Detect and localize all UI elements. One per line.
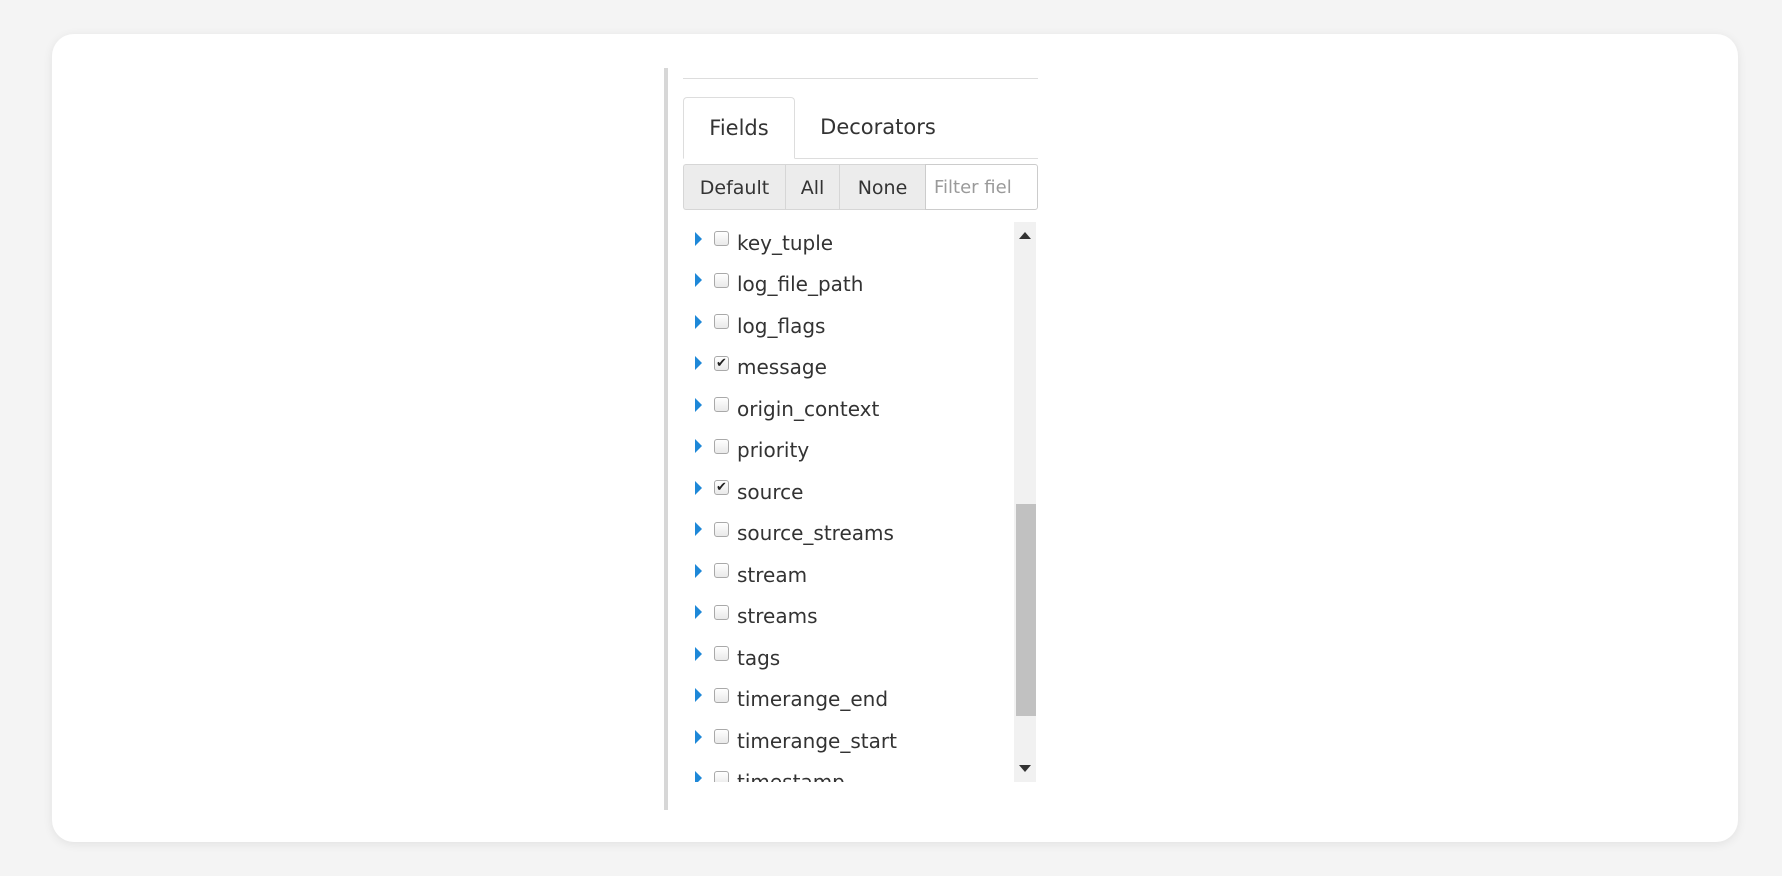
field-list-item: timerange_end — [683, 679, 1003, 721]
field-checkbox[interactable] — [714, 604, 729, 620]
field-list-item: key_tuple — [683, 222, 1003, 264]
field-checkbox[interactable] — [714, 438, 729, 454]
field-checkbox[interactable] — [714, 231, 729, 247]
panel-left-border — [664, 68, 668, 810]
all-button[interactable]: All — [785, 164, 839, 210]
field-name-label: tags — [737, 645, 781, 670]
caret-right-icon[interactable] — [695, 646, 702, 661]
field-list-item: ✔ message — [683, 347, 1003, 389]
caret-right-icon[interactable] — [695, 522, 702, 537]
field-list-item: log_flags — [683, 305, 1003, 347]
caret-right-icon[interactable] — [695, 314, 702, 329]
caret-right-icon[interactable] — [695, 605, 702, 620]
field-checkbox[interactable] — [714, 687, 729, 703]
field-selection-toolbar: Default All None — [683, 164, 1038, 210]
field-list-scrollbar[interactable] — [1014, 222, 1036, 782]
default-button[interactable]: Default — [683, 164, 785, 210]
fields-panel: Fields Decorators Default All None key_t… — [664, 68, 1038, 810]
field-checkbox[interactable] — [714, 770, 729, 782]
field-name-label: message — [737, 355, 827, 380]
field-checkbox[interactable] — [714, 397, 729, 413]
field-name-label: log_file_path — [737, 272, 864, 297]
field-list-item: streams — [683, 596, 1003, 638]
tab-decorators[interactable]: Decorators — [803, 97, 953, 157]
caret-right-icon[interactable] — [695, 397, 702, 412]
none-button[interactable]: None — [839, 164, 925, 210]
field-checkbox[interactable] — [714, 314, 729, 330]
arrow-up-icon[interactable] — [1019, 232, 1031, 239]
caret-right-icon[interactable] — [695, 480, 702, 495]
caret-right-icon[interactable] — [695, 273, 702, 288]
field-checkbox[interactable] — [714, 729, 729, 745]
field-list-item: source_streams — [683, 513, 1003, 555]
arrow-down-icon[interactable] — [1019, 765, 1031, 772]
field-list-viewport: key_tuple log_file_path log_flags ✔ message o… — [683, 222, 1038, 782]
field-list-item: ✔ source — [683, 471, 1003, 513]
field-name-label: key_tuple — [737, 230, 834, 255]
caret-right-icon[interactable] — [695, 439, 702, 454]
field-name-label: streams — [737, 604, 818, 629]
filter-fields-input[interactable] — [925, 164, 1038, 210]
field-name-label: timestamp — [737, 770, 845, 782]
checkmark-icon: ✔ — [716, 480, 727, 496]
field-tabs: Fields Decorators — [683, 97, 1038, 159]
caret-right-icon[interactable] — [695, 231, 702, 246]
caret-right-icon[interactable] — [695, 771, 702, 782]
field-list-item: timerange_start — [683, 720, 1003, 762]
field-name-label: stream — [737, 562, 808, 587]
tab-fields[interactable]: Fields — [683, 97, 795, 159]
field-list-item: stream — [683, 554, 1003, 596]
field-checkbox[interactable]: ✔ — [714, 355, 729, 371]
field-list-item: priority — [683, 430, 1003, 472]
field-checkbox[interactable] — [714, 521, 729, 537]
caret-right-icon[interactable] — [695, 356, 702, 371]
checkmark-icon: ✔ — [716, 355, 727, 371]
field-list: key_tuple log_file_path log_flags ✔ message o… — [683, 222, 1003, 782]
field-checkbox[interactable] — [714, 563, 729, 579]
field-name-label: source — [737, 479, 804, 504]
field-list-item: origin_context — [683, 388, 1003, 430]
field-name-label: log_flags — [737, 313, 826, 338]
field-name-label: origin_context — [737, 396, 880, 421]
field-checkbox[interactable]: ✔ — [714, 480, 729, 496]
field-checkbox[interactable] — [714, 646, 729, 662]
field-list-item: timestamp — [683, 762, 1003, 782]
scrollbar-thumb[interactable] — [1016, 504, 1036, 716]
field-list-item: log_file_path — [683, 264, 1003, 306]
field-name-label: priority — [737, 438, 810, 463]
field-list-item: tags — [683, 637, 1003, 679]
caret-right-icon[interactable] — [695, 729, 702, 744]
panel-top-divider — [683, 78, 1038, 79]
caret-right-icon[interactable] — [695, 688, 702, 703]
field-checkbox[interactable] — [714, 272, 729, 288]
field-name-label: source_streams — [737, 521, 894, 546]
field-name-label: timerange_start — [737, 728, 897, 753]
caret-right-icon[interactable] — [695, 563, 702, 578]
field-name-label: timerange_end — [737, 687, 889, 712]
